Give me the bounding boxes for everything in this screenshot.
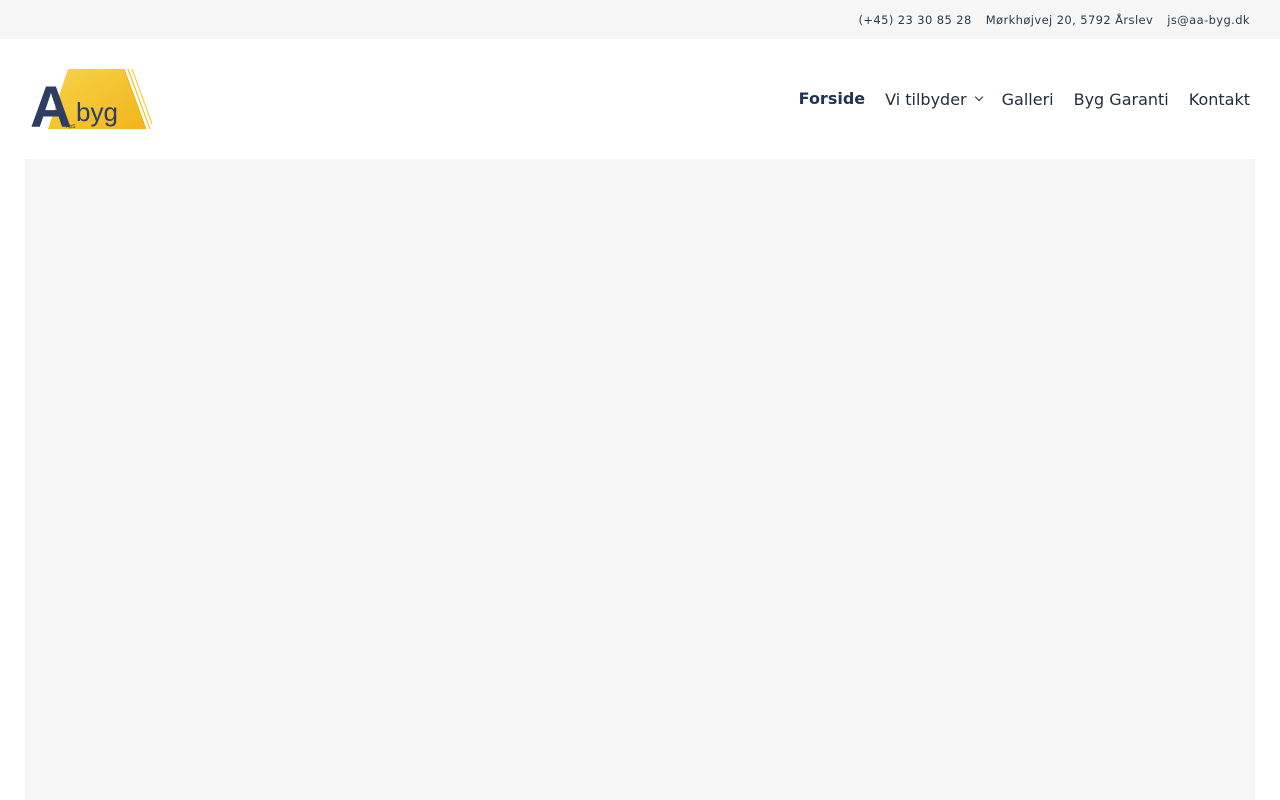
top-contact-bar: (+45) 23 30 85 28 Mørkhøjvej 20, 5792 År… [0, 0, 1280, 39]
chevron-down-icon [974, 92, 983, 102]
phone-link[interactable]: (+45) 23 30 85 28 [859, 13, 972, 27]
site-logo[interactable]: A byg ApS [30, 67, 155, 140]
hero-section [25, 159, 1255, 800]
main-nav: Forside Vi tilbyder Galleri Byg Garanti … [799, 39, 1250, 159]
nav-item-label: Galleri [1001, 89, 1054, 109]
logo-letter-a: A [30, 75, 72, 131]
logo-byg-text: byg [76, 97, 118, 127]
nav-item-forside[interactable]: Forside [799, 89, 865, 108]
nav-item-galleri[interactable]: Galleri [1002, 90, 1054, 109]
logo-aps-text: ApS [66, 124, 76, 130]
logo-graphic: A byg ApS [30, 68, 155, 140]
nav-item-label: Kontakt [1188, 89, 1250, 109]
nav-item-byg-garanti[interactable]: Byg Garanti [1074, 90, 1169, 109]
nav-item-kontakt[interactable]: Kontakt [1189, 90, 1250, 109]
nav-item-vi-tilbyder[interactable]: Vi tilbyder [885, 89, 983, 109]
site-header: A byg ApS Forside Vi tilbyder Galleri By… [0, 39, 1280, 159]
nav-item-label: Vi tilbyder [885, 89, 967, 109]
address-link[interactable]: Mørkhøjvej 20, 5792 Årslev [986, 13, 1154, 27]
nav-item-label: Byg Garanti [1073, 89, 1169, 109]
email-link[interactable]: js@aa-byg.dk [1167, 13, 1250, 27]
nav-item-label: Forside [798, 88, 866, 108]
